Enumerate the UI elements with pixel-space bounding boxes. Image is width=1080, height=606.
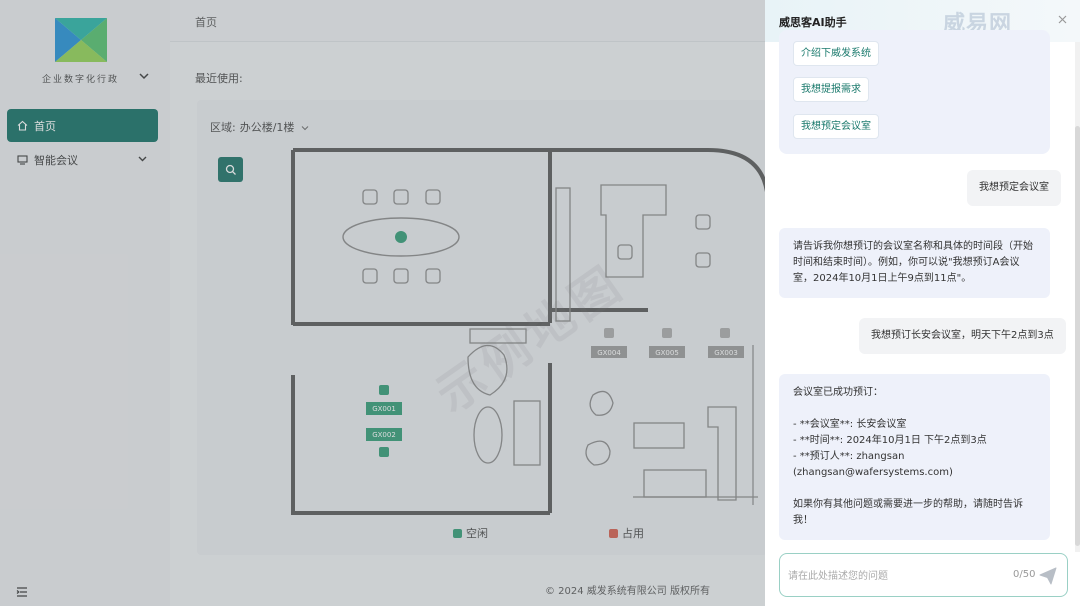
message-line: 时间和结束时间）。例如，你可以说"我想预订A会议	[793, 257, 1020, 268]
close-icon[interactable]	[1057, 14, 1068, 25]
message-line	[793, 401, 1036, 417]
ai-assistant-panel: 威思客AI助手 威易网 介绍下威发系统 我想提报需求 我想预定会议室 我想预定会…	[765, 0, 1080, 606]
message-line: 我！	[793, 515, 813, 526]
user-message: 我想预定会议室	[967, 170, 1061, 206]
suggestion-chip[interactable]: 介绍下威发系统	[793, 41, 879, 66]
panel-title: 威思客AI助手	[779, 16, 847, 29]
message-line: 请告诉我你想预订的会议室名称和具体的时间段（开始	[793, 241, 1033, 252]
modal-overlay[interactable]	[0, 0, 765, 606]
assistant-message: 会议室已成功预订： - **会议室**: 长安会议室 - **时间**: 202…	[779, 374, 1050, 540]
message-line: - **预订人**: zhangsan (zhangsan@wafersyste…	[793, 451, 953, 478]
char-counter: 0/50	[1013, 569, 1036, 580]
assistant-message: 请告诉我你想预订的会议室名称和具体的时间段（开始 时间和结束时间）。例如，你可以…	[779, 228, 1050, 298]
message-line: - **会议室**: 长安会议室	[793, 419, 907, 430]
message-line: 室，2024年10月1日上午9点到11点"。	[793, 273, 972, 284]
scrollbar-thumb[interactable]	[1075, 126, 1080, 546]
chat-input-box[interactable]: 0/50	[779, 553, 1068, 597]
message-line	[793, 481, 1036, 497]
suggestion-chip[interactable]: 我想预定会议室	[793, 114, 879, 139]
send-icon[interactable]	[1038, 566, 1058, 586]
message-line: - **时间**: 2024年10月1日 下午2点到3点	[793, 435, 987, 446]
message-line: 如果你有其他问题或需要进一步的帮助，请随时告诉	[793, 499, 1023, 510]
message-line: 会议室已成功预订：	[793, 387, 883, 398]
chat-input[interactable]	[788, 567, 998, 585]
user-message: 我想预订长安会议室，明天下午2点到3点	[859, 318, 1066, 354]
suggestion-chip[interactable]: 我想提报需求	[793, 77, 869, 102]
